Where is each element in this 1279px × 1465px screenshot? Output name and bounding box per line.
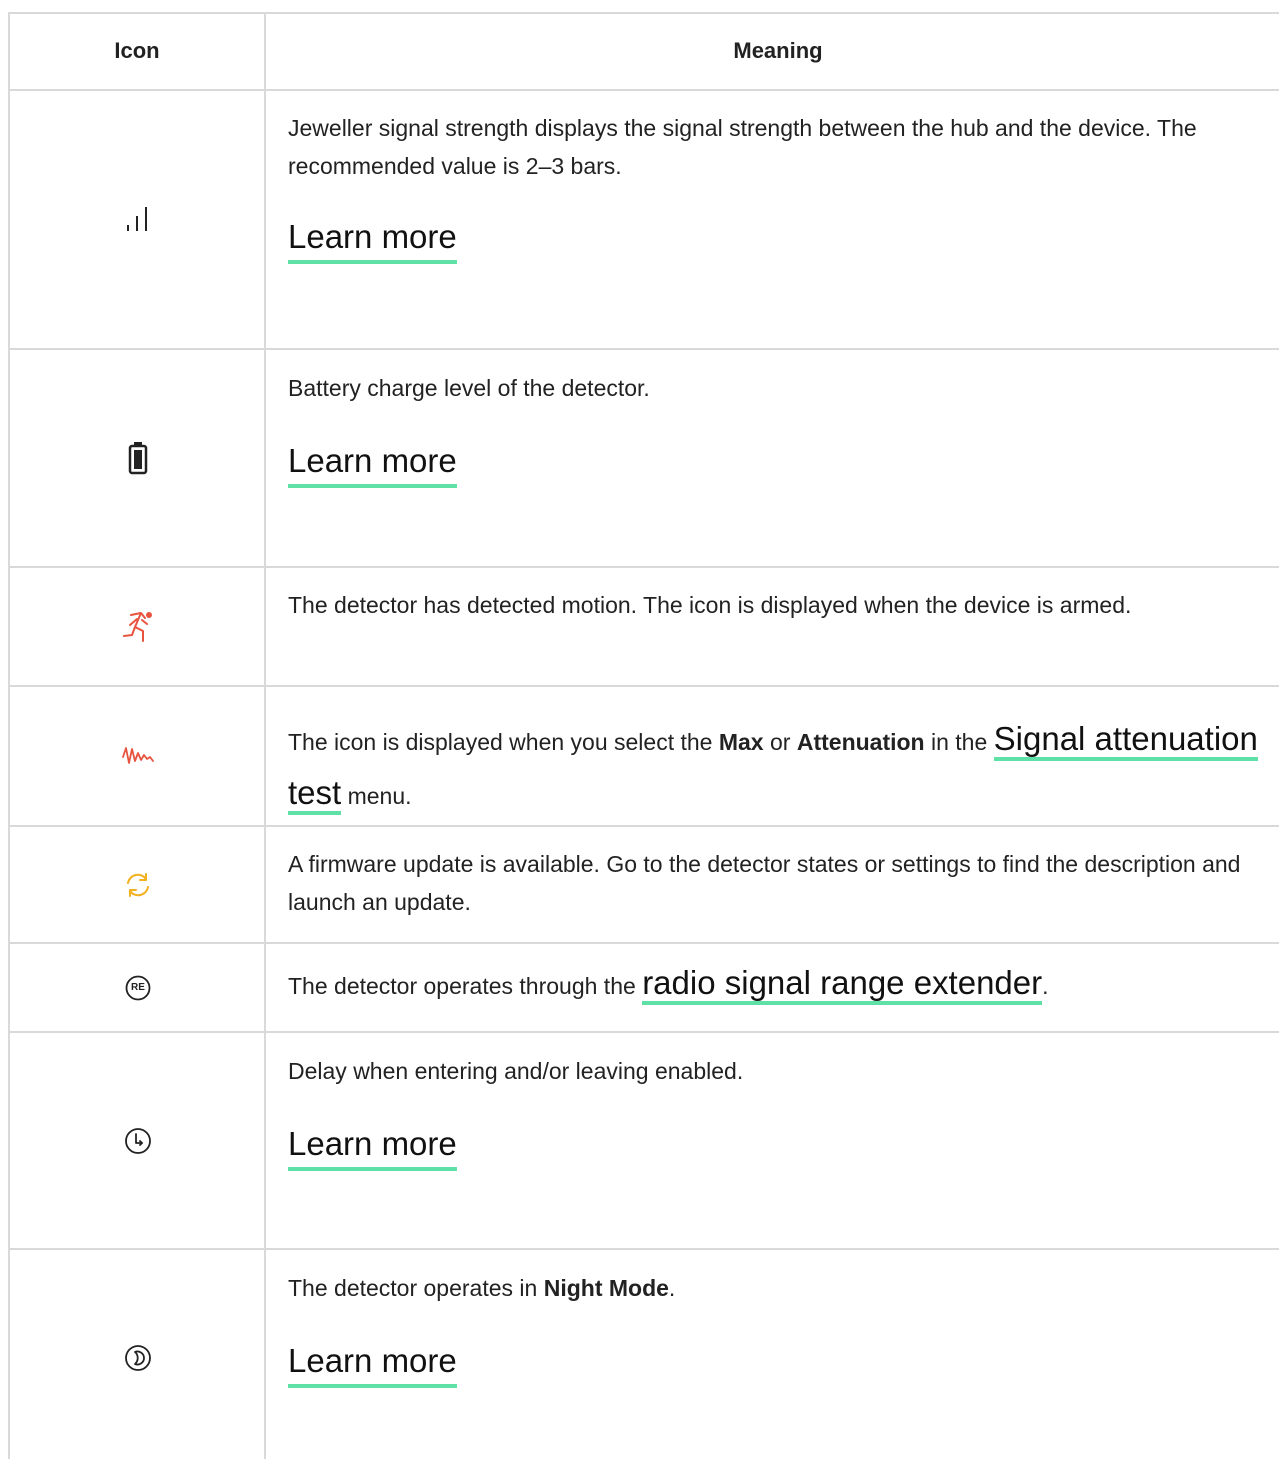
icons-table: Icon Meaning Jeweller signal strength di… [8,12,1279,1459]
max-label: Max [718,729,764,755]
header-meaning: Meaning [733,38,823,63]
delay-clock-icon [124,1127,152,1155]
learn-more-link[interactable]: Learn more [288,1339,457,1388]
row-meaning: A firmware update is available. Go to th… [266,845,1266,921]
learn-more-link[interactable]: Learn more [288,1122,457,1171]
motion-detected-icon [121,609,155,645]
learn-more-link[interactable]: Learn more [288,215,457,264]
row-meaning: Battery charge level of the detector. Le… [266,369,1266,488]
row-text: The detector operates in [288,1275,544,1301]
row-text: The detector has detected motion. The ic… [288,592,1132,618]
table-row [10,1033,266,1248]
row-text: or [763,729,797,755]
row-text: in the [924,729,994,755]
table-row [10,1250,266,1465]
night-mode-label: Night Mode [543,1275,669,1301]
row-meaning: Delay when entering and/or leaving enabl… [266,1052,1266,1171]
row-meaning: The detector operates through the radio … [266,964,1266,1005]
row-meaning: Jeweller signal strength displays the si… [266,109,1266,264]
signal-strength-icon [123,205,153,235]
battery-icon [128,441,148,475]
row-text: The detector operates through the [288,973,643,999]
row-text: Delay when entering and/or leaving enabl… [288,1058,744,1084]
table-row [10,687,266,825]
table-row [10,827,266,942]
row-text: A firmware update is available. Go to th… [288,851,1241,915]
row-text: . [668,1275,676,1301]
row-text: . [1042,973,1049,999]
range-extender-icon: RE [125,975,151,1001]
row-text: Jeweller signal strength displays the si… [288,115,1197,179]
row-text: The icon is displayed when you select th… [288,729,719,755]
header-icon: Icon [114,38,160,63]
row-text: Battery charge level of the detector. [288,375,650,401]
attenuation-label: Attenuation [796,729,925,755]
learn-more-link[interactable]: Learn more [288,439,457,488]
row-meaning: The icon is displayed when you select th… [266,712,1266,820]
row-text: menu. [341,783,412,809]
row-meaning: The detector operates in Night Mode. Lea… [266,1269,1266,1388]
radio-signal-range-extender-link[interactable]: radio signal range extender [642,964,1043,1005]
firmware-update-icon [125,872,151,898]
table-row [10,91,266,348]
range-extender-label: RE [131,981,145,993]
table-row: RE [10,944,266,1031]
row-meaning: The detector has detected motion. The ic… [266,586,1266,624]
table-row [10,568,266,685]
night-mode-icon [124,1344,152,1372]
signal-attenuation-icon [122,745,154,767]
table-row [10,350,266,566]
